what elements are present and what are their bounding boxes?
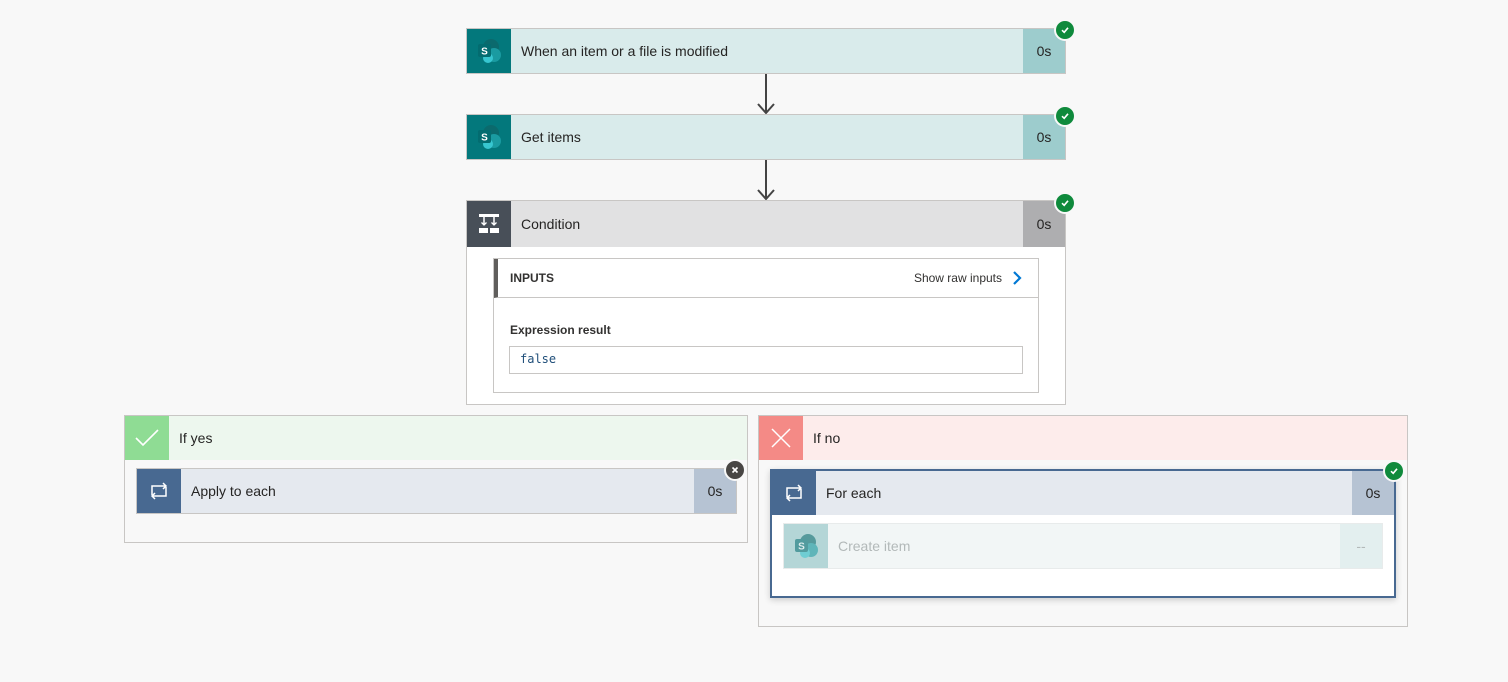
sharepoint-icon: S [784, 524, 828, 568]
for-each-header[interactable]: For each 0s [772, 471, 1394, 515]
step-title: For each [816, 471, 1352, 515]
for-each-container: For each 0s S Create item -- [770, 469, 1396, 598]
expression-result-label: Expression result [510, 323, 611, 337]
show-raw-inputs-link[interactable]: Show raw inputs [914, 270, 1024, 286]
flow-arrow [757, 160, 775, 200]
create-item-card[interactable]: S Create item -- [783, 523, 1383, 569]
show-raw-inputs-label: Show raw inputs [913, 271, 1002, 285]
branch-if-yes: If yes Apply to each 0s [124, 415, 748, 543]
success-check-icon [1054, 192, 1076, 214]
condition-header[interactable]: Condition 0s [467, 201, 1065, 247]
step-title: When an item or a file is modified [511, 29, 1023, 73]
trigger-card[interactable]: S When an item or a file is modified 0s [466, 28, 1066, 74]
inputs-label: INPUTS [510, 271, 555, 285]
expression-value-text: false [520, 352, 557, 366]
loop-icon [137, 469, 181, 513]
branch-header-yes[interactable]: If yes [125, 416, 747, 460]
step-title: Get items [511, 115, 1023, 159]
step-duration: -- [1340, 524, 1382, 568]
inputs-panel: INPUTS Show raw inputs Expression result… [493, 258, 1039, 393]
branch-if-no: If no For each 0s S Create item -- [758, 415, 1408, 627]
svg-text:S: S [481, 133, 488, 144]
condition-icon [467, 201, 511, 247]
step-title: Create item [828, 524, 1340, 568]
loop-icon [772, 471, 816, 515]
success-check-icon [1054, 19, 1076, 41]
apply-to-each-card[interactable]: Apply to each 0s [136, 468, 737, 514]
checkmark-icon [125, 416, 169, 460]
skipped-x-icon [724, 459, 746, 481]
close-x-icon [759, 416, 803, 460]
flow-arrow [757, 74, 775, 114]
svg-text:S: S [481, 47, 488, 58]
success-check-icon [1054, 105, 1076, 127]
success-check-icon [1383, 460, 1405, 482]
expression-result-value: false [509, 346, 1023, 374]
get-items-card[interactable]: S Get items 0s [466, 114, 1066, 160]
chevron-right-icon [1013, 271, 1022, 285]
step-title: Apply to each [181, 469, 694, 513]
step-title: Condition [511, 201, 1023, 247]
branch-header-no[interactable]: If no [759, 416, 1407, 460]
sharepoint-icon: S [467, 115, 511, 159]
condition-container: Condition 0s INPUTS Show raw inputs Expr… [466, 200, 1066, 405]
sharepoint-icon: S [467, 29, 511, 73]
svg-text:S: S [798, 542, 805, 553]
branch-label: If no [803, 416, 1407, 460]
branch-label: If yes [169, 416, 747, 460]
